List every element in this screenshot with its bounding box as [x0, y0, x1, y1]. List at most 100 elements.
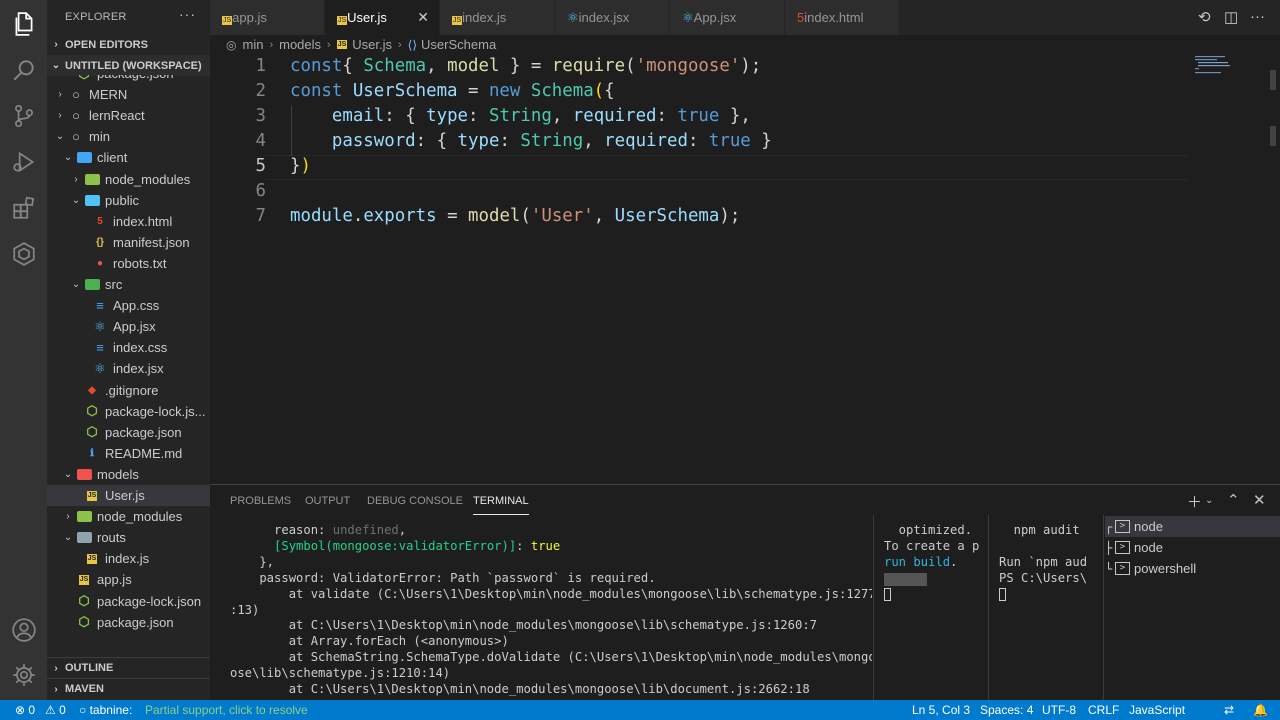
code-line[interactable]: const UserSchema = new Schema({ [290, 81, 615, 101]
maximize-panel-icon[interactable]: ⌃ [1227, 491, 1240, 509]
tree-item[interactable]: JS User.js [47, 485, 210, 506]
tree-item[interactable]: ≡ index.css [47, 337, 210, 358]
tree-item[interactable]: ≡ App.css [47, 295, 210, 316]
chevron-down-icon[interactable]: ⌄ [1205, 495, 1213, 506]
tree-item[interactable]: ⌄ src [47, 274, 210, 295]
encoding[interactable]: UTF-8 [1042, 703, 1076, 717]
panel-tab-terminal[interactable]: TERMINAL [473, 495, 529, 515]
extensions-icon[interactable] [0, 184, 47, 231]
terminal-text: reason: [230, 523, 333, 537]
notifications-icon[interactable]: 🔔 [1253, 703, 1268, 717]
indentation[interactable]: Spaces: 4 [980, 703, 1033, 717]
react-icon: ⚛ [682, 9, 694, 25]
terminal-list-item[interactable]: ├ > node [1105, 537, 1280, 558]
tabnine-label[interactable]: ○ tabnine: [79, 703, 132, 717]
vertical-scrollbar[interactable] [1268, 70, 1278, 200]
tree-item[interactable]: › ○ lernReact [47, 105, 210, 126]
tree-item[interactable]: ⬡ package-lock.js... [47, 401, 210, 422]
tree-item[interactable]: › node_modules [47, 169, 210, 190]
tree-item[interactable]: ● robots.txt [47, 253, 210, 274]
source-control-icon[interactable] [0, 92, 47, 139]
tree-item[interactable]: ⬡ package.json [47, 75, 210, 84]
settings-gear-icon[interactable] [0, 651, 47, 698]
terminal-main[interactable]: reason: undefined, [Symbol(mongoose:vali… [230, 523, 872, 701]
live-share-icon[interactable]: ⇄ [1224, 703, 1234, 717]
tree-item[interactable]: JS index.js [47, 548, 210, 569]
code-token: Schema [363, 56, 427, 76]
panel-tab-output[interactable]: OUTPUT [305, 495, 350, 507]
tree-item[interactable]: 5 index.html [47, 211, 210, 232]
terminal-divider[interactable] [988, 515, 989, 701]
remote-explorer-icon[interactable] [0, 230, 47, 277]
tree-item[interactable]: › ○ MERN [47, 84, 210, 105]
tabnine-message[interactable]: Partial support, click to resolve [145, 703, 308, 717]
more-actions-icon[interactable]: ··· [1250, 8, 1265, 25]
terminal-text: password: ValidatorError: Path `password… [230, 570, 656, 585]
history-icon[interactable]: ⟲ [1198, 8, 1211, 26]
section-label: OUTLINE [65, 662, 114, 674]
open-editors-section[interactable]: › OPEN EDITORS [47, 34, 210, 55]
close-panel-icon[interactable]: ✕ [1253, 491, 1266, 509]
language-mode[interactable]: JavaScript [1129, 703, 1185, 717]
tree-item[interactable]: ⌄ public [47, 190, 210, 211]
minimap[interactable] [1195, 54, 1265, 74]
code-line[interactable]: const{ Schema, model } = require('mongoo… [290, 56, 761, 76]
tree-item[interactable]: ⬡ package.json [47, 612, 210, 633]
new-terminal-icon[interactable]: ＋ [1187, 491, 1202, 512]
code-editor[interactable]: 1234567 const{ Schema, model } = require… [210, 54, 1280, 484]
code-token: UserSchema [342, 81, 458, 101]
tree-item[interactable]: ⌄ models [47, 464, 210, 485]
tree-item[interactable]: ⬡ package.json [47, 422, 210, 443]
more-actions-icon[interactable]: ··· [179, 6, 196, 22]
folder-models-icon [75, 466, 93, 482]
tree-item[interactable]: ℹ README.md [47, 443, 210, 464]
terminal-divider[interactable] [873, 515, 874, 701]
run-debug-icon[interactable] [0, 138, 47, 185]
search-icon[interactable] [0, 46, 47, 93]
breadcrumb-symbol[interactable]: UserSchema [421, 37, 496, 52]
error-count[interactable]: ⊗ 0 [15, 703, 35, 717]
breadcrumb-folder[interactable]: models [279, 37, 321, 52]
tree-item[interactable]: ⌄ routs [47, 527, 210, 548]
outline-section[interactable]: › OUTLINE [47, 657, 210, 678]
split-editor-icon[interactable]: ◫ [1224, 8, 1238, 26]
tab-index-html[interactable]: 5 index.html [785, 0, 900, 35]
tab-index-jsx[interactable]: ⚛ index.jsx [555, 0, 670, 35]
code-line[interactable]: email: { type: String, required: true }, [290, 106, 751, 126]
close-icon[interactable]: ✕ [417, 9, 429, 26]
bottom-panel: PROBLEMS OUTPUT DEBUG CONSOLE TERMINAL ＋ ⌄ … [210, 484, 1280, 701]
tree-item[interactable]: ⌄ ○ min [47, 126, 210, 147]
tree-item[interactable]: › node_modules [47, 506, 210, 527]
tree-item[interactable]: JS app.js [47, 569, 210, 590]
code-line[interactable]: password: { type: String, required: true… [290, 131, 772, 151]
tree-item-label: models [97, 466, 139, 482]
chevron-right-icon: › [398, 38, 402, 51]
panel-tab-debug-console[interactable]: DEBUG CONSOLE [367, 495, 463, 507]
tree-item-label: lernReact [89, 108, 145, 124]
tree-item[interactable]: {} manifest.json [47, 232, 210, 253]
tab-user-js[interactable]: JS User.js ✕ [325, 0, 440, 35]
tab-app-jsx[interactable]: ⚛ App.jsx [670, 0, 785, 35]
line-endings[interactable]: CRLF [1088, 703, 1119, 717]
tree-item[interactable]: ⬡ package-lock.json [47, 591, 210, 612]
files-icon[interactable] [0, 0, 47, 47]
tab-app-js[interactable]: JS app.js [210, 0, 325, 35]
workspace-section[interactable]: ⌄ UNTITLED (WORKSPACE) [47, 55, 210, 76]
tree-item[interactable]: ⌄ client [47, 147, 210, 168]
panel-tab-problems[interactable]: PROBLEMS [230, 495, 291, 507]
tree-item[interactable]: ⚛ index.jsx [47, 358, 210, 379]
code-line[interactable]: module.exports = model('User', UserSchem… [290, 206, 740, 226]
code-line[interactable]: }) [290, 156, 311, 176]
tree-item[interactable]: ⚛ App.jsx [47, 316, 210, 337]
terminal-3[interactable]: npm audit Run `npm aud PS C:\Users\ [999, 523, 1097, 603]
tab-index-js[interactable]: JS index.js [440, 0, 555, 35]
terminal-list-item[interactable]: └ > powershell [1105, 558, 1280, 579]
breadcrumb-file[interactable]: User.js [352, 37, 392, 52]
tree-item[interactable]: ◆ .gitignore [47, 380, 210, 401]
terminal-list-item[interactable]: ┌ > node [1105, 516, 1280, 537]
cursor-position[interactable]: Ln 5, Col 3 [912, 703, 970, 717]
accounts-icon[interactable] [0, 606, 47, 653]
warning-count[interactable]: ⚠ 0 [45, 703, 66, 717]
breadcrumb-folder[interactable]: min [242, 37, 263, 52]
maven-section[interactable]: › MAVEN [47, 678, 210, 699]
